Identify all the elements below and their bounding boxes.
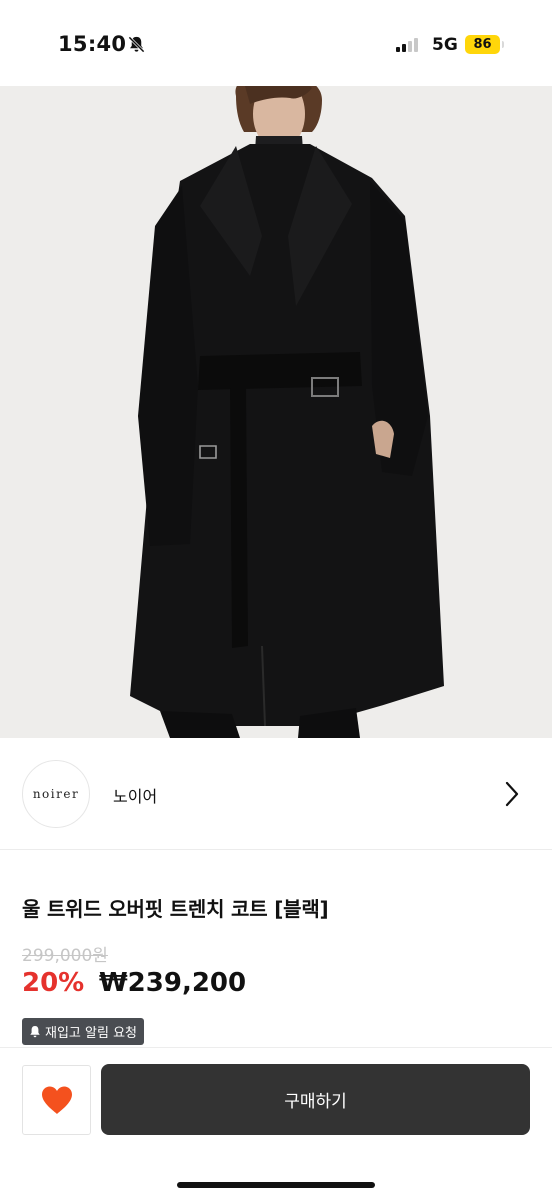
battery-level: 86 — [465, 35, 500, 54]
heart-icon — [41, 1086, 72, 1114]
shop-logo-text: noirer — [32, 787, 80, 801]
status-bar: 15:40 5G 86 — [0, 0, 552, 86]
status-time: 15:40 — [58, 32, 127, 56]
discount-rate: 20% — [22, 968, 85, 998]
battery-tip — [502, 41, 504, 48]
bell-slash-icon — [128, 36, 145, 53]
original-price: 299,000원 — [22, 946, 108, 966]
sale-price: ₩239,200 — [99, 968, 247, 998]
restock-label: 재입고 알림 요청 — [45, 1026, 137, 1041]
bell-icon — [30, 1025, 40, 1037]
like-button[interactable] — [22, 1065, 91, 1135]
product-title: 울 트위드 오버핏 트렌치 코트 [블랙] — [22, 897, 329, 921]
shop-row[interactable]: noirer 노이어 — [0, 738, 552, 850]
signal-icon — [396, 38, 418, 52]
home-indicator — [177, 1182, 375, 1188]
buy-button[interactable]: 구매하기 — [101, 1064, 530, 1135]
shop-logo[interactable]: noirer — [22, 760, 90, 828]
product-image[interactable] — [0, 86, 552, 738]
chevron-right-icon[interactable] — [503, 780, 521, 808]
coat-illustration — [0, 86, 552, 738]
buy-button-label: 구매하기 — [284, 1092, 347, 1112]
network-type: 5G — [432, 35, 458, 55]
shop-name[interactable]: 노이어 — [113, 783, 157, 807]
restock-alert-button[interactable]: 재입고 알림 요청 — [22, 1018, 144, 1045]
